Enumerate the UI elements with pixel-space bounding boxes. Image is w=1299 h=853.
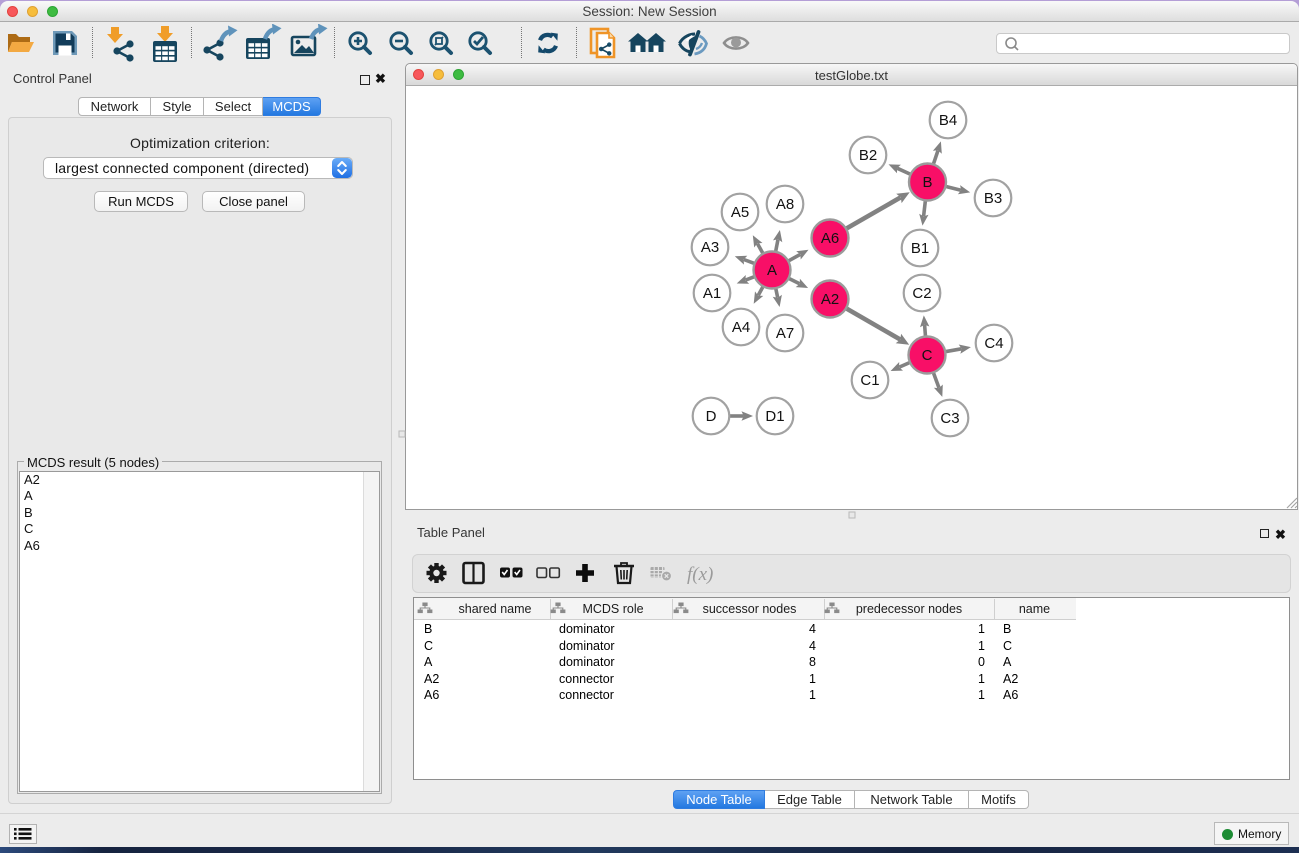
svg-text:C1: C1 <box>860 372 879 389</box>
svg-text:C4: C4 <box>984 335 1003 352</box>
svg-text:A8: A8 <box>776 196 794 213</box>
svg-text:A: A <box>767 262 777 279</box>
svg-text:f(x): f(x) <box>687 564 713 585</box>
svg-text:A2: A2 <box>821 291 839 308</box>
svg-text:A6: A6 <box>821 230 839 247</box>
svg-text:A4: A4 <box>732 319 750 336</box>
svg-text:D: D <box>706 408 717 425</box>
svg-text:A5: A5 <box>731 204 749 221</box>
svg-text:B4: B4 <box>939 112 957 129</box>
svg-text:B2: B2 <box>859 147 877 164</box>
svg-text:C3: C3 <box>940 410 959 427</box>
svg-text:A7: A7 <box>776 325 794 342</box>
svg-text:B1: B1 <box>911 240 929 257</box>
svg-text:A3: A3 <box>701 239 719 256</box>
svg-text:D1: D1 <box>765 408 784 425</box>
svg-text:C: C <box>922 347 933 364</box>
svg-text:B3: B3 <box>984 190 1002 207</box>
svg-text:C2: C2 <box>912 285 931 302</box>
svg-text:B: B <box>922 174 932 191</box>
svg-text:A1: A1 <box>703 285 721 302</box>
